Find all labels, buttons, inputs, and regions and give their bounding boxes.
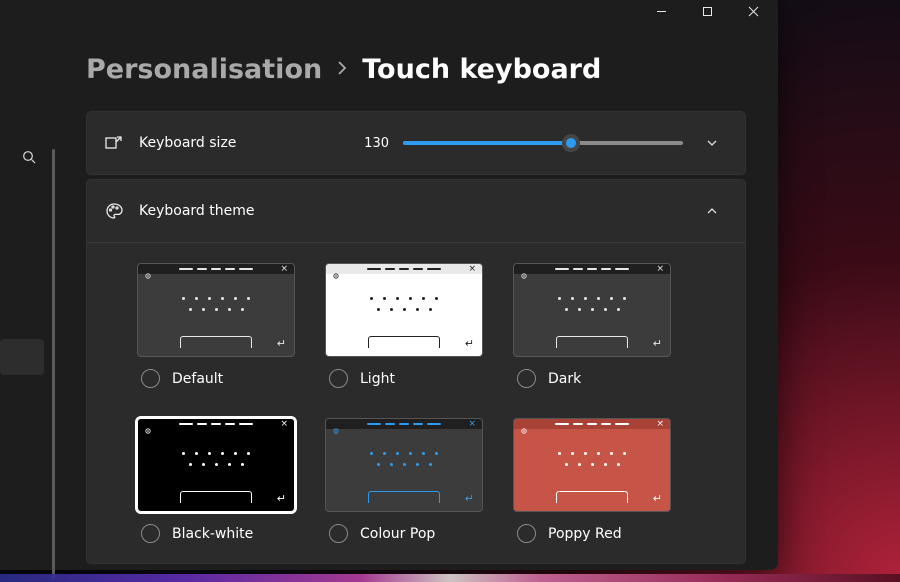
theme-option-poppy-red[interactable]: ×↵Poppy Red	[513, 418, 693, 543]
close-icon: ×	[656, 265, 664, 274]
theme-option-dark[interactable]: ×↵Dark	[513, 263, 693, 388]
minimize-button[interactable]	[638, 0, 684, 22]
resize-icon	[105, 134, 125, 152]
content-area: Personalisation Touch keyboard	[50, 22, 778, 570]
gear-icon	[520, 265, 528, 273]
page-title: Touch keyboard	[362, 54, 601, 85]
theme-name-label: Poppy Red	[548, 526, 622, 542]
keyboard-size-slider[interactable]	[403, 133, 683, 153]
gear-icon	[144, 420, 152, 428]
keyboard-theme-label: Keyboard theme	[139, 203, 255, 219]
keyboard-preview: ×↵	[513, 418, 671, 512]
theme-radio[interactable]	[329, 524, 348, 543]
gear-icon	[144, 265, 152, 273]
keyboard-preview: ×↵	[137, 418, 295, 512]
theme-option-light[interactable]: ×↵Light	[325, 263, 505, 388]
search-icon[interactable]	[22, 150, 37, 169]
theme-radio[interactable]	[329, 369, 348, 388]
chevron-right-icon	[336, 60, 348, 80]
close-icon: ×	[280, 265, 288, 274]
theme-option-black-white[interactable]: ×↵Black-white	[137, 418, 317, 543]
theme-name-label: Black-white	[172, 526, 253, 542]
theme-name-label: Light	[360, 371, 395, 387]
palette-icon	[105, 202, 125, 220]
theme-name-label: Colour Pop	[360, 526, 435, 542]
collapse-theme-button[interactable]	[697, 204, 727, 218]
enter-icon: ↵	[465, 492, 474, 505]
breadcrumb-parent[interactable]: Personalisation	[86, 54, 322, 85]
maximize-button[interactable]	[684, 0, 730, 22]
sidebar-active-item[interactable]	[0, 339, 44, 375]
gear-icon	[332, 420, 340, 428]
gear-icon	[332, 265, 340, 273]
keyboard-size-label: Keyboard size	[139, 135, 236, 151]
theme-option-default[interactable]: ×↵Default	[137, 263, 317, 388]
theme-option-colour-pop[interactable]: ×↵Colour Pop	[325, 418, 505, 543]
title-bar	[0, 0, 778, 22]
theme-radio[interactable]	[141, 369, 160, 388]
theme-radio[interactable]	[141, 524, 160, 543]
theme-radio[interactable]	[517, 524, 536, 543]
keyboard-size-card: Keyboard size 130	[86, 111, 746, 175]
theme-name-label: Dark	[548, 371, 581, 387]
close-icon: ×	[468, 420, 476, 429]
taskbar-edge	[0, 574, 900, 582]
theme-radio[interactable]	[517, 369, 536, 388]
enter-icon: ↵	[277, 492, 286, 505]
gear-icon	[520, 420, 528, 428]
close-icon: ×	[468, 265, 476, 274]
enter-icon: ↵	[465, 337, 474, 350]
keyboard-theme-card: Keyboard theme ×↵Default×↵Light×↵Dark×↵B…	[86, 179, 746, 564]
close-icon: ×	[280, 420, 288, 429]
expand-size-button[interactable]	[697, 136, 727, 150]
theme-name-label: Default	[172, 371, 223, 387]
breadcrumb: Personalisation Touch keyboard	[86, 54, 778, 85]
keyboard-preview: ×↵	[325, 263, 483, 357]
nav-sidebar	[0, 22, 50, 570]
keyboard-size-value: 130	[364, 136, 389, 151]
desktop: Personalisation Touch keyboard	[0, 0, 900, 582]
keyboard-preview: ×↵	[325, 418, 483, 512]
settings-window: Personalisation Touch keyboard	[0, 0, 778, 570]
close-button[interactable]	[730, 0, 776, 22]
keyboard-preview: ×↵	[513, 263, 671, 357]
close-icon: ×	[656, 420, 664, 429]
enter-icon: ↵	[653, 337, 662, 350]
enter-icon: ↵	[277, 337, 286, 350]
keyboard-preview: ×↵	[137, 263, 295, 357]
enter-icon: ↵	[653, 492, 662, 505]
